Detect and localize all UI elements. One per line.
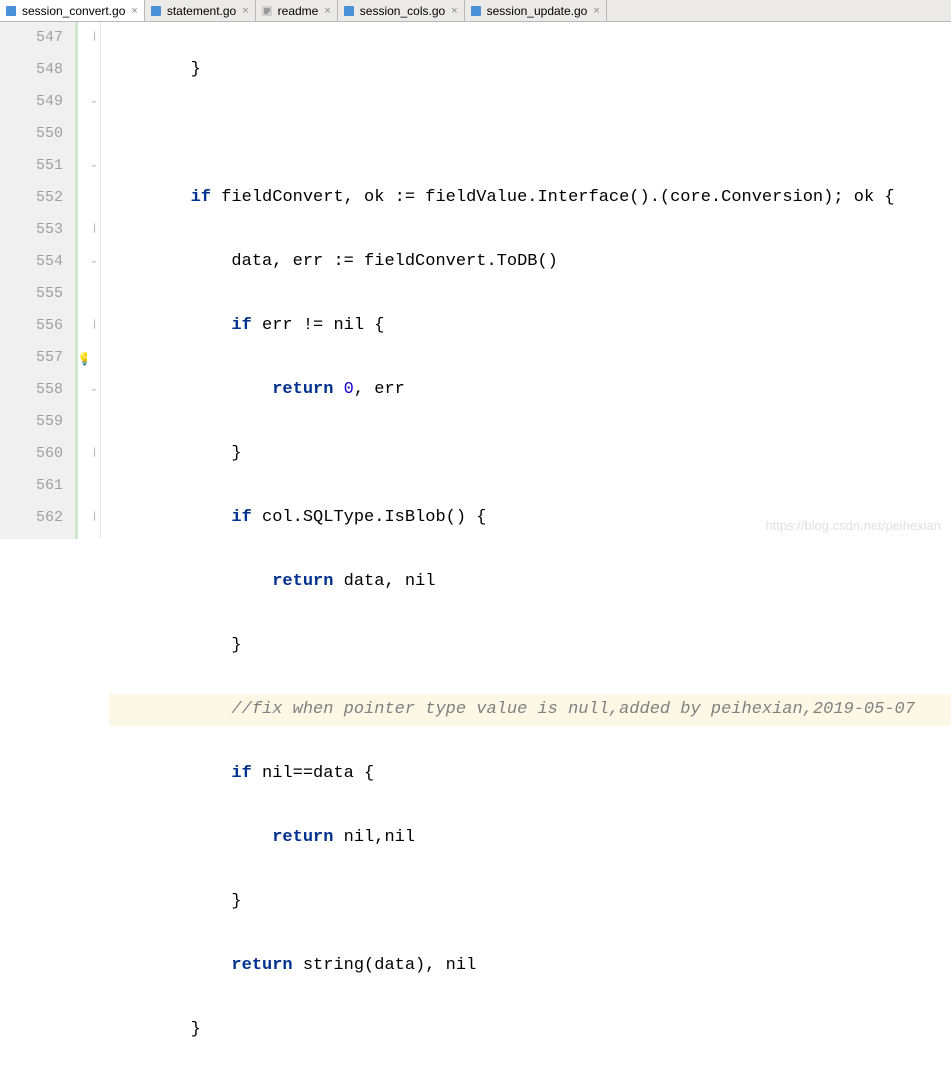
line-number: 559	[0, 406, 63, 438]
code-line: }	[109, 438, 951, 470]
code-line: if nil==data {	[109, 758, 951, 790]
tab-label: session_update.go	[487, 4, 588, 18]
line-number-gutter: 547 548 549 550 551 552 553 554 555 556 …	[0, 22, 75, 539]
line-number: 547	[0, 22, 63, 54]
fold-end-icon[interactable]: ⌋	[89, 33, 99, 43]
line-number: 550	[0, 118, 63, 150]
code-line: return string(data), nil	[109, 950, 951, 982]
tab-label: session_cols.go	[360, 4, 445, 18]
line-number: 557	[0, 342, 63, 374]
line-number: 555	[0, 278, 63, 310]
code-line: return nil,nil	[109, 822, 951, 854]
code-line: if fieldConvert, ok := fieldValue.Interf…	[109, 182, 951, 214]
tab-session-update[interactable]: session_update.go ×	[465, 0, 607, 21]
go-file-icon	[342, 4, 356, 18]
tab-label: statement.go	[167, 4, 236, 18]
editor-tabs: session_convert.go × statement.go × read…	[0, 0, 951, 22]
close-icon[interactable]: ×	[451, 5, 457, 17]
close-icon[interactable]: ×	[131, 5, 137, 17]
code-line: if col.SQLType.IsBlob() {	[109, 502, 951, 534]
fold-end-icon[interactable]: ⌋	[89, 449, 99, 459]
line-number: 562	[0, 502, 63, 534]
go-file-icon	[149, 4, 163, 18]
fold-start-icon[interactable]: ⌄	[89, 161, 99, 171]
fold-end-icon[interactable]: ⌋	[89, 513, 99, 523]
line-number: 554	[0, 246, 63, 278]
fold-end-icon[interactable]: ⌋	[89, 225, 99, 235]
code-line: return data, nil	[109, 566, 951, 598]
go-file-icon	[469, 4, 483, 18]
line-number: 552	[0, 182, 63, 214]
tab-label: readme	[278, 4, 319, 18]
tab-statement[interactable]: statement.go ×	[145, 0, 256, 21]
fold-start-icon[interactable]: ⌄	[89, 97, 99, 107]
tab-session-convert[interactable]: session_convert.go ×	[0, 0, 145, 21]
line-number: 548	[0, 54, 63, 86]
line-number: 560	[0, 438, 63, 470]
code-line-highlighted: //fix when pointer type value is null,ad…	[109, 694, 951, 726]
go-file-icon	[4, 4, 18, 18]
code-area[interactable]: } if fieldConvert, ok := fieldValue.Inte…	[101, 22, 951, 539]
tab-readme[interactable]: readme ×	[256, 0, 338, 21]
code-line: return 0, err	[109, 374, 951, 406]
fold-start-icon[interactable]: ⌄	[89, 385, 99, 395]
close-icon[interactable]: ×	[593, 5, 599, 17]
fold-start-icon[interactable]: ⌄	[89, 257, 99, 267]
code-line: }	[109, 1014, 951, 1046]
text-file-icon	[260, 4, 274, 18]
close-icon[interactable]: ×	[242, 5, 248, 17]
code-line: }	[109, 54, 951, 86]
code-line: data, err := fieldConvert.ToDB()	[109, 246, 951, 278]
fold-end-icon[interactable]: ⌋	[89, 321, 99, 331]
line-number: 553	[0, 214, 63, 246]
marker-strip: 💡	[75, 22, 87, 539]
line-number: 561	[0, 470, 63, 502]
fold-strip: ⌋ ⌄ ⌄ ⌋ ⌄ ⌋ ⌄ ⌋ ⌋	[87, 22, 101, 539]
code-editor[interactable]: 547 548 549 550 551 552 553 554 555 556 …	[0, 22, 951, 539]
close-icon[interactable]: ×	[324, 5, 330, 17]
line-number: 556	[0, 310, 63, 342]
code-line: }	[109, 886, 951, 918]
code-line: if err != nil {	[109, 310, 951, 342]
line-number: 558	[0, 374, 63, 406]
tab-session-cols[interactable]: session_cols.go ×	[338, 0, 465, 21]
line-number: 551	[0, 150, 63, 182]
code-line	[109, 118, 951, 150]
line-number: 549	[0, 86, 63, 118]
tab-label: session_convert.go	[22, 4, 125, 18]
code-line: }	[109, 630, 951, 662]
